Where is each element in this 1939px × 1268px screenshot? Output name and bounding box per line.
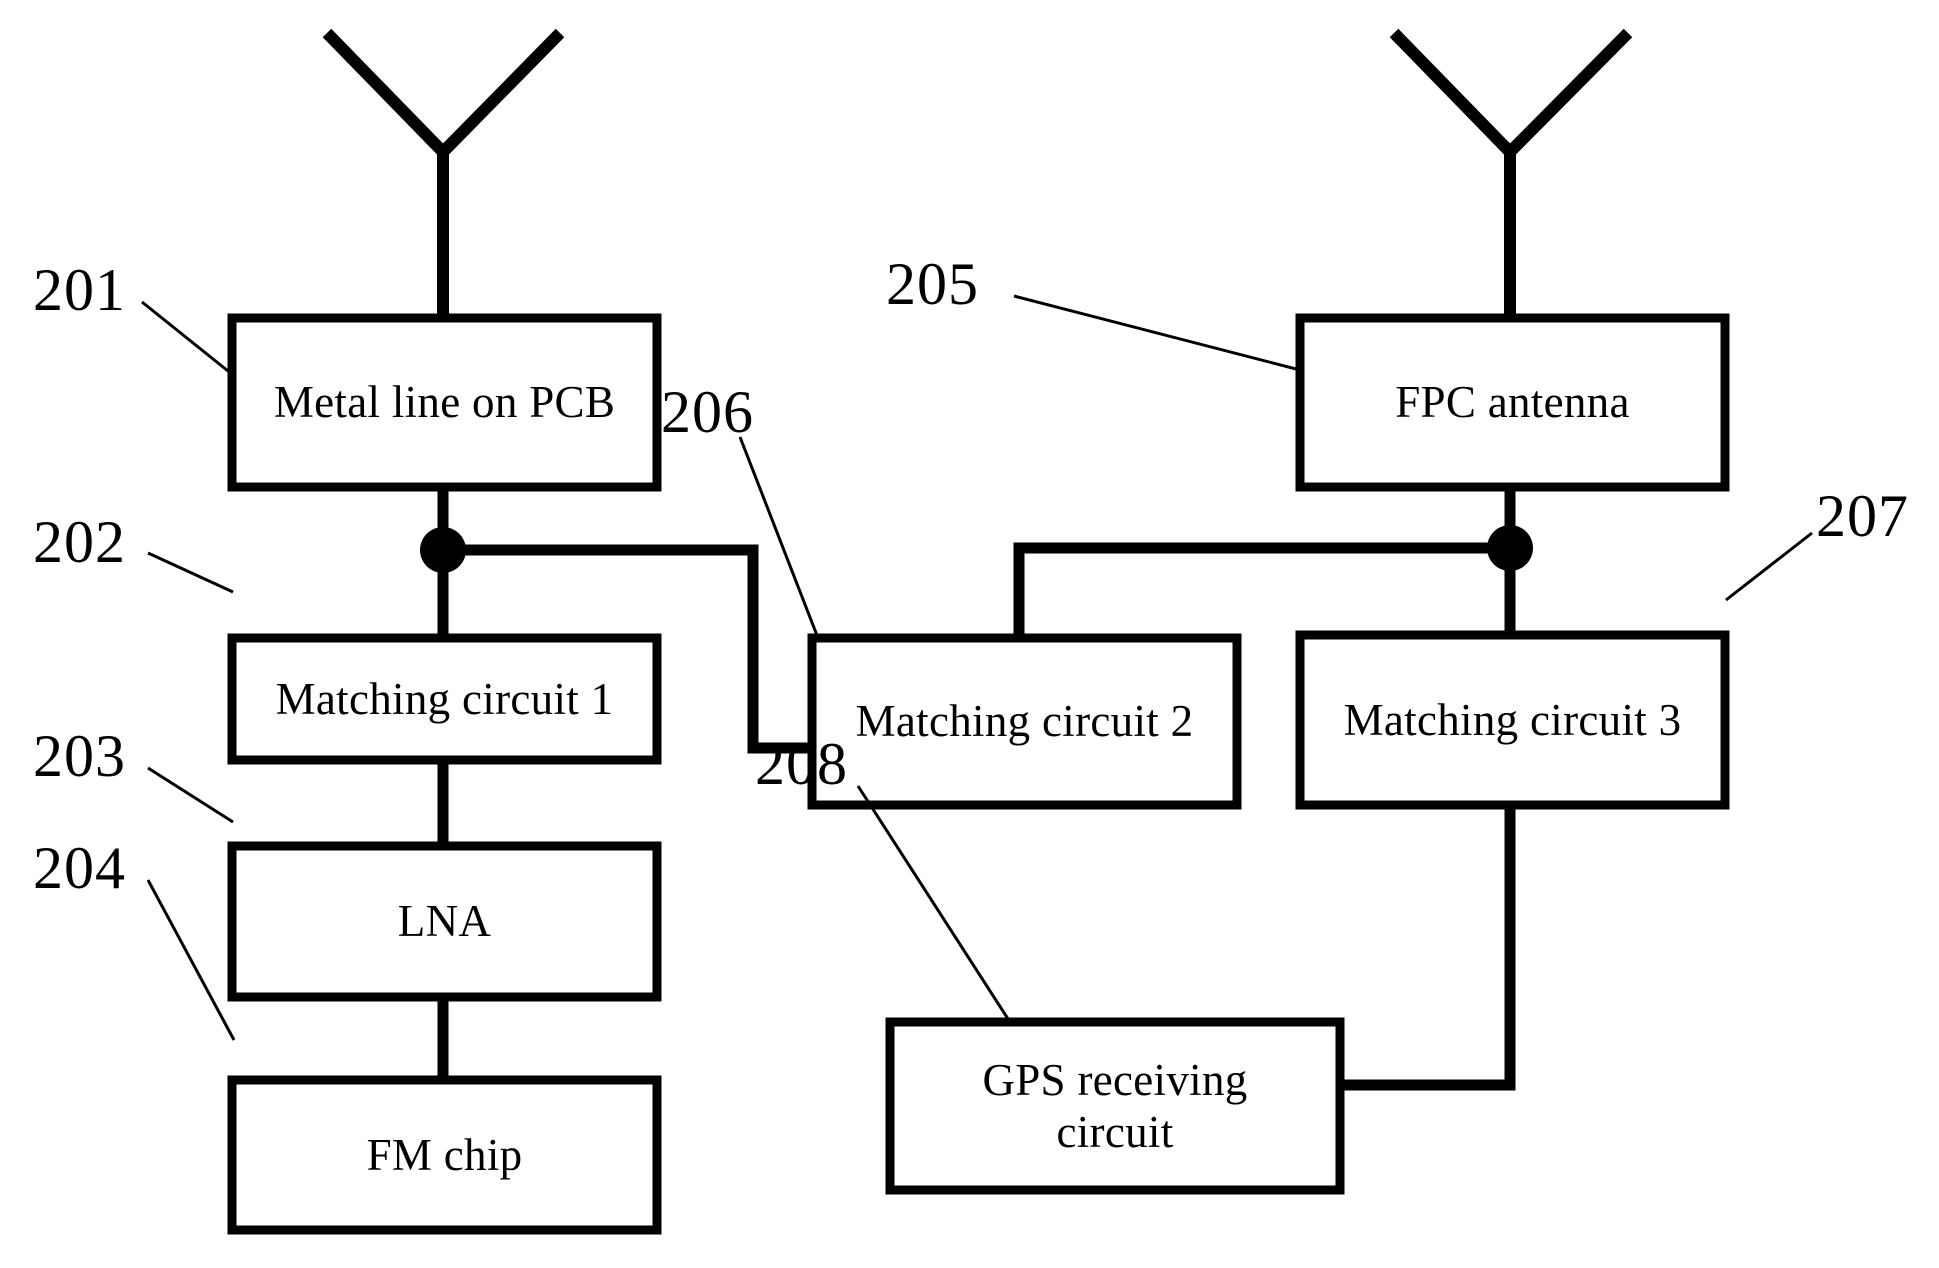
ref-numeral-208: 208 <box>755 731 848 797</box>
ref-numeral-202: 202 <box>33 509 126 575</box>
block-202-label: Matching circuit 1 <box>275 673 614 724</box>
antenna-right-icon <box>1389 28 1633 318</box>
ref-numeral-203: 203 <box>33 723 126 789</box>
wire-junction-right-to-matching2 <box>1013 542 1510 638</box>
antenna-left-icon <box>322 28 565 318</box>
leader-205 <box>1013 294 1301 372</box>
leader-208 <box>856 785 1012 1023</box>
wire-matching3-to-gps <box>1340 805 1516 1091</box>
block-207-label: Matching circuit 3 <box>1343 694 1682 745</box>
leader-203 <box>147 766 234 824</box>
figure-canvas: Metal line on PCB Matching circuit 1 LNA… <box>0 0 1939 1268</box>
block-206-label: Matching circuit 2 <box>855 696 1194 747</box>
ref-numeral-205: 205 <box>886 251 979 317</box>
ref-numeral-207: 207 <box>1816 483 1909 549</box>
block-203-label: LNA <box>397 896 492 947</box>
leader-201 <box>141 300 234 377</box>
junction-right-dot <box>1487 525 1533 571</box>
leader-202 <box>147 551 234 594</box>
ref-numeral-201: 201 <box>33 257 126 323</box>
junction-left-dot <box>420 527 466 573</box>
ref-numeral-206: 206 <box>661 379 754 445</box>
block-208-label: GPS receiving circuit <box>982 1054 1248 1157</box>
ref-numeral-204: 204 <box>33 835 126 901</box>
block-205-label: FPC antenna <box>1395 377 1630 428</box>
block-201-label: Metal line on PCB <box>273 377 616 428</box>
leader-207 <box>1725 531 1813 602</box>
block-204-label: FM chip <box>366 1129 523 1180</box>
leader-204 <box>146 879 236 1041</box>
